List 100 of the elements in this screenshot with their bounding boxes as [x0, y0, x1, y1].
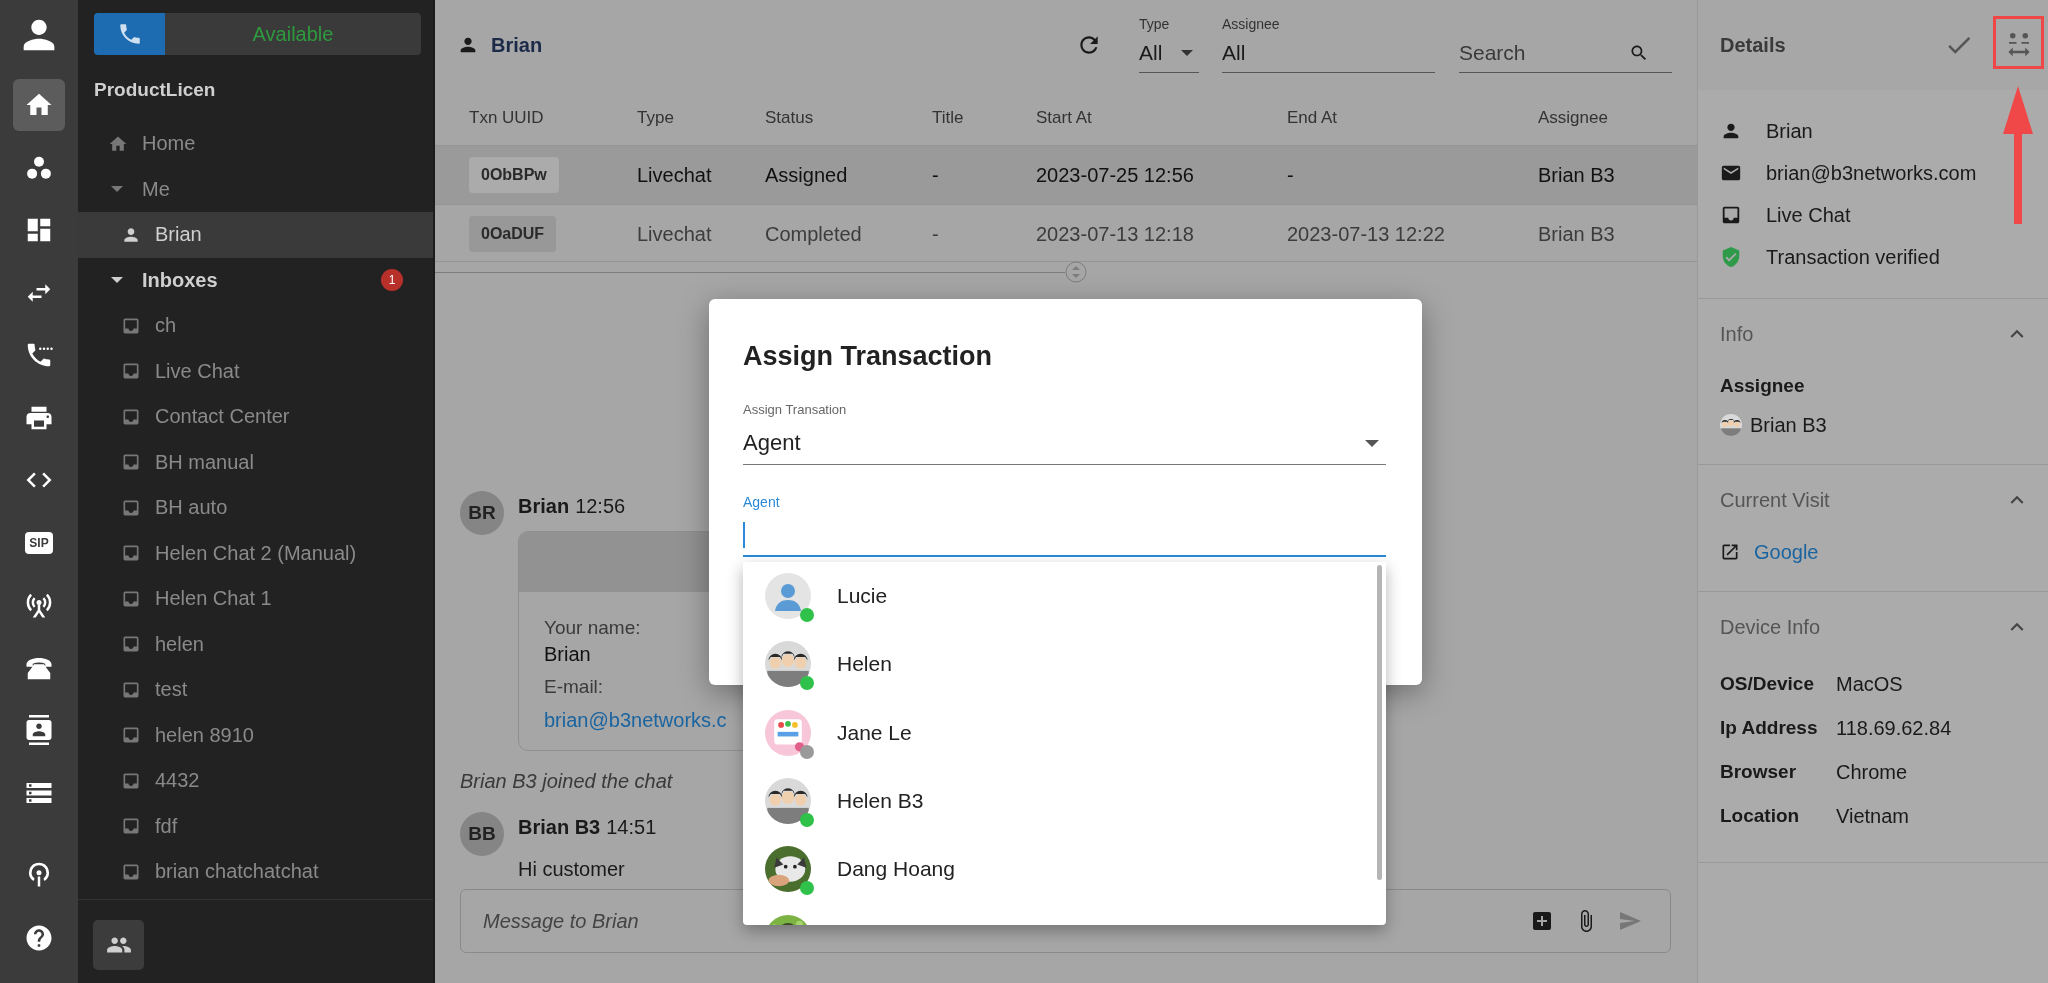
table-cell-text: Livechat — [637, 222, 713, 246]
highlight-frame — [1993, 16, 2044, 69]
nav-item[interactable]: Contact Center — [78, 394, 433, 440]
table-cell-text: 2023-07-25 12:56 — [1036, 163, 1195, 187]
table-cell-text: 2023-07-13 12:18 — [1036, 222, 1195, 246]
inbox-icon — [121, 452, 141, 473]
field-label: Assign Transation — [743, 402, 848, 418]
sip-button[interactable]: SIP — [13, 516, 65, 569]
table-cell-text: - — [1287, 163, 1295, 187]
agent-option[interactable]: Jane Le — [743, 698, 1386, 767]
nav-item[interactable]: test — [78, 667, 433, 713]
team-button[interactable] — [93, 920, 144, 970]
inbox-icon — [121, 816, 141, 837]
nav-group[interactable]: Me — [78, 166, 433, 212]
field-label: Type — [1139, 16, 1171, 32]
field-label: Agent — [743, 494, 781, 510]
inbox-icon — [121, 361, 141, 382]
form-label: E-mail: — [544, 675, 604, 699]
field-label: Assignee — [1222, 16, 1281, 32]
email-link[interactable]: brian@b3networks.c — [544, 706, 727, 734]
nav-item[interactable]: Live Chat — [78, 348, 433, 394]
nav-item[interactable]: BH manual — [78, 439, 433, 485]
table-row[interactable]: 0ObBPw Livechat Assigned - 2023-07-25 12:56 - Brian B3 — [435, 145, 1697, 204]
avatar-initials: BR — [460, 491, 504, 535]
agent-option[interactable]: Helen — [743, 630, 1386, 699]
uuid-tag: 0OaDUF — [469, 216, 557, 252]
contact-detail: Brian — [1766, 119, 1813, 143]
form-value: Brian — [544, 642, 591, 667]
inbox-icon — [1720, 204, 1742, 226]
form-label: Your name: — [544, 616, 641, 640]
search-field[interactable]: Search — [1459, 41, 1629, 65]
table-cell-text: 2023-07-13 12:22 — [1287, 222, 1446, 246]
inbox-icon — [121, 725, 141, 746]
property-name: OS/Device — [1720, 673, 1815, 695]
message-field[interactable]: Message to Brian — [483, 909, 1510, 933]
property-value: Chrome — [1836, 760, 1908, 784]
nav-button[interactable] — [13, 79, 65, 131]
nav-item[interactable]: BH auto — [78, 485, 433, 531]
column-header: Assignee — [1538, 107, 1609, 128]
uuid-tag: 0ObBPw — [469, 157, 559, 193]
section-title: Current Visit — [1720, 488, 1830, 512]
composer-bar[interactable]: Message to Brian — [460, 889, 1671, 953]
property-name: Location — [1720, 805, 1801, 827]
nav-item[interactable]: helen — [78, 621, 433, 667]
nav-item[interactable]: fdf — [78, 803, 433, 849]
agent-option[interactable]: Lucie — [743, 562, 1386, 631]
caret-icon — [1181, 50, 1193, 56]
help-icon — [24, 923, 54, 953]
scrollbar[interactable] — [1377, 565, 1382, 880]
column-header: Txn UUID — [469, 107, 545, 128]
table-row[interactable]: 0OaDUF Livechat Completed - 2023-07-13 12:18 2023-07-13 12:22 Brian B3 — [435, 204, 1697, 263]
table-cell-text: Brian B3 — [1538, 222, 1616, 246]
property-name: Ip Address — [1720, 717, 1819, 739]
page-title: Brian — [491, 33, 543, 57]
table-cell-text: - — [932, 222, 940, 246]
message-author: Brian B3 14:51 — [518, 815, 657, 840]
nav-item[interactable]: 4432 — [78, 758, 433, 804]
column-header: Title — [932, 107, 965, 128]
nav-item[interactable]: Home — [78, 121, 433, 167]
caret-icon — [1365, 439, 1379, 447]
contact-card-icon — [24, 715, 54, 745]
contact-detail: Transaction verified — [1766, 245, 1940, 269]
filter-field[interactable]: All — [1222, 32, 1435, 73]
panel-title: Details — [1720, 33, 1787, 57]
column-header: Type — [637, 107, 675, 128]
resize-handle[interactable] — [1065, 261, 1087, 283]
nav-item[interactable]: helen 8910 — [78, 712, 433, 758]
inbox-icon — [121, 543, 141, 564]
avatar-initials: BB — [460, 812, 504, 856]
nav-item[interactable]: Brian — [78, 212, 433, 258]
call-button[interactable] — [94, 13, 165, 55]
nav-item[interactable]: ch — [78, 303, 433, 349]
nav-group[interactable]: Inboxes 1 — [78, 257, 433, 303]
section-title: Device Info — [1720, 615, 1821, 639]
nav-item[interactable]: Helen Chat 1 — [78, 576, 433, 622]
column-header: End At — [1287, 107, 1339, 128]
external-link-icon — [1720, 542, 1740, 562]
org-name: ProductLicen — [94, 79, 217, 101]
add-box-icon[interactable] — [1530, 909, 1554, 933]
contact-detail: brian@b3networks.com — [1766, 161, 1977, 185]
message-text: Hi customer — [518, 857, 625, 882]
column-header: Start At — [1036, 107, 1093, 128]
assign-type-select[interactable]: Agent — [743, 428, 1386, 465]
nav-item[interactable]: Helen Chat 2 (Manual) — [78, 530, 433, 576]
property-value: MacOS — [1836, 672, 1903, 696]
table-cell-text: - — [932, 163, 940, 187]
table-cell-text: Assigned — [765, 163, 849, 187]
section-title: Info — [1720, 322, 1754, 346]
inbox-icon — [121, 634, 141, 655]
nav-item[interactable]: brian chatchatchat — [78, 849, 433, 895]
filter-select[interactable]: All — [1139, 32, 1199, 73]
shield-icon — [1720, 246, 1742, 268]
system-message: Brian B3 joined the chat — [460, 769, 674, 793]
visit-link[interactable]: Google — [1754, 537, 1819, 567]
field-label: Assignee — [1720, 374, 1806, 398]
table-cell-text: Brian B3 — [1538, 163, 1616, 187]
table-cell-text: Livechat — [637, 163, 713, 187]
message-author: Brian 12:56 — [518, 494, 626, 519]
column-header: Status — [765, 107, 815, 128]
agent-option[interactable]: Helen B3 — [743, 766, 1386, 836]
